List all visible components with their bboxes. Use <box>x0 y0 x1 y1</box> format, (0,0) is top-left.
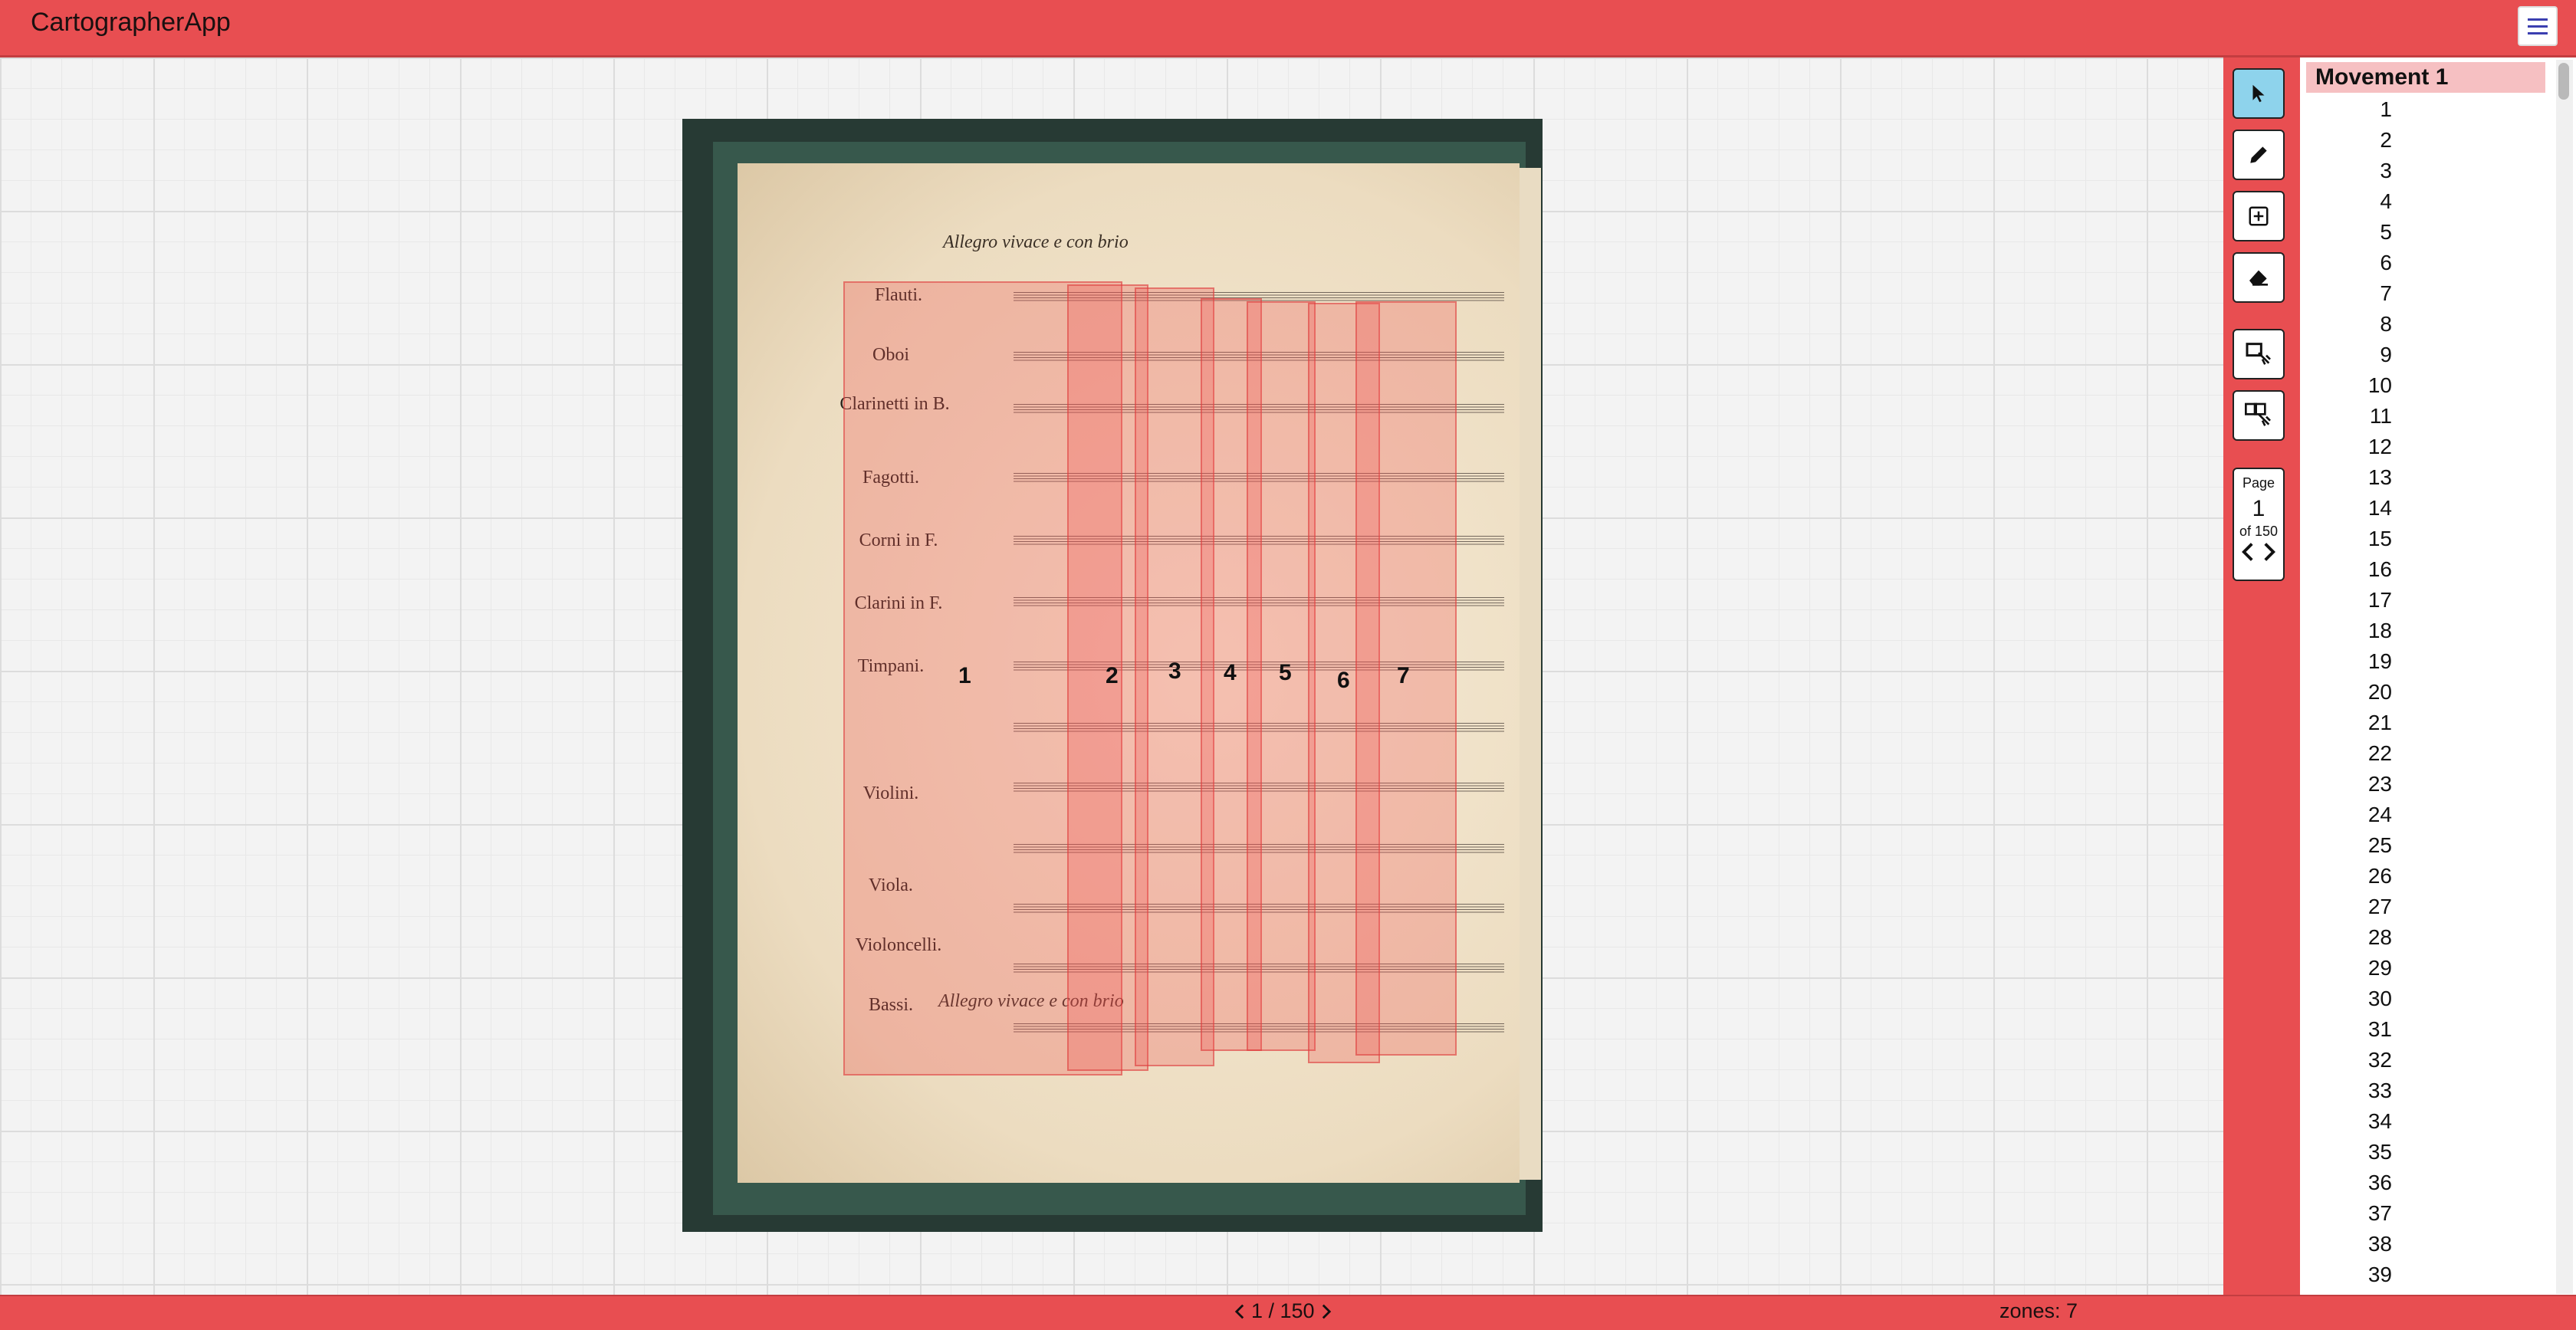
chevron-left-icon[interactable] <box>1234 1302 1245 1321</box>
page-pager: 1 / 150 <box>1234 1299 1332 1323</box>
measure-list-item[interactable]: 34 <box>2300 1106 2545 1137</box>
score-canvas[interactable]: Allegro vivace e con brio Allegro vivace… <box>0 57 2223 1295</box>
app-title: CartographerApp <box>31 8 231 37</box>
hamburger-menu-button[interactable] <box>2518 6 2558 46</box>
measure-list-item[interactable]: 27 <box>2300 892 2545 922</box>
measure-list-item[interactable]: 24 <box>2300 800 2545 830</box>
movement-title[interactable]: Movement 1 <box>2306 62 2545 93</box>
measure-list-item[interactable]: 12 <box>2300 432 2545 462</box>
measure-list-item[interactable]: 7 <box>2300 278 2545 309</box>
zone-label: 1 <box>958 663 971 688</box>
select-tool-button[interactable] <box>2233 68 2285 119</box>
tempo-marking-top: Allegro vivace e con brio <box>943 232 1129 252</box>
sidebar-scrollbar[interactable] <box>2556 60 2573 1294</box>
measure-list-item[interactable]: 31 <box>2300 1014 2545 1045</box>
zone-label: 7 <box>1397 663 1410 688</box>
tool-panel: Page 1 of 150 <box>2223 57 2300 1295</box>
measure-list-item[interactable]: 39 <box>2300 1259 2545 1290</box>
measure-list-item[interactable]: 21 <box>2300 708 2545 738</box>
zone-label: 3 <box>1168 658 1181 684</box>
measure-list-item[interactable]: 17 <box>2300 585 2545 616</box>
measure-list-item[interactable]: 22 <box>2300 738 2545 769</box>
measure-list-item[interactable]: 18 <box>2300 616 2545 646</box>
menu-icon-line <box>2528 18 2548 21</box>
measure-list-item[interactable]: 15 <box>2300 524 2545 554</box>
measure-list-item[interactable]: 3 <box>2300 156 2545 186</box>
measure-list-item[interactable]: 9 <box>2300 340 2545 370</box>
measure-list-item[interactable]: 32 <box>2300 1045 2545 1075</box>
zone-count: zones: 7 <box>1999 1299 2078 1322</box>
zone-label: 2 <box>1106 663 1119 688</box>
zone-label: 4 <box>1224 660 1237 685</box>
status-bar: 1 / 150 zones: 7 <box>0 1295 2576 1330</box>
measure-list-item[interactable]: 2 <box>2300 125 2545 156</box>
measure-list-item[interactable]: 5 <box>2300 217 2545 248</box>
chevron-right-icon[interactable] <box>2262 541 2276 563</box>
add-zone-tool-button[interactable] <box>2233 191 2285 241</box>
pager-text: 1 / 150 <box>1251 1299 1315 1322</box>
measure-list: 1 2 3 4 5 6 7 8 9 10 11 12 13 14 15 16 17 18 19 20 21 22 23 24 2… <box>2300 94 2545 1290</box>
erase-tool-button[interactable] <box>2233 252 2285 303</box>
zone-label: 5 <box>1279 660 1292 685</box>
measure-list-item[interactable]: 28 <box>2300 922 2545 953</box>
measure-list-item[interactable]: 19 <box>2300 646 2545 677</box>
measure-list-item[interactable]: 26 <box>2300 861 2545 892</box>
page-number: 1 <box>2252 496 2266 521</box>
measure-list-item[interactable]: 23 <box>2300 769 2545 800</box>
pencil-icon <box>2250 146 2267 163</box>
measure-list-item[interactable]: 10 <box>2300 370 2545 401</box>
measure-list-item[interactable]: 6 <box>2300 248 2545 278</box>
combine-icon <box>2246 343 2271 365</box>
measure-list-item[interactable]: 38 <box>2300 1229 2545 1259</box>
measure-list-item[interactable]: 8 <box>2300 309 2545 340</box>
draw-tool-button[interactable] <box>2233 130 2285 180</box>
measure-list-item[interactable]: 11 <box>2300 401 2545 432</box>
measure-list-item[interactable]: 36 <box>2300 1167 2545 1198</box>
measure-list-item[interactable]: 4 <box>2300 186 2545 217</box>
combine-zones-tool-button[interactable] <box>2233 329 2285 379</box>
page-total: of 150 <box>2239 524 2279 539</box>
split-zones-tool-button[interactable] <box>2233 390 2285 441</box>
eraser-icon <box>2249 270 2268 286</box>
measure-list-item[interactable]: 14 <box>2300 493 2545 524</box>
measure-list-item[interactable]: 29 <box>2300 953 2545 984</box>
score-page-image[interactable]: Allegro vivace e con brio Allegro vivace… <box>682 119 1543 1232</box>
measure-list-item[interactable]: 37 <box>2300 1198 2545 1229</box>
measure-list-item[interactable]: 1 <box>2300 94 2545 125</box>
chevron-right-icon[interactable] <box>1321 1302 1332 1321</box>
sidebar-scroll-thumb[interactable] <box>2558 63 2569 100</box>
add-box-icon <box>2249 206 2269 226</box>
measure-list-item[interactable]: 30 <box>2300 984 2545 1014</box>
measure-list-item[interactable]: 20 <box>2300 677 2545 708</box>
zone-label: 6 <box>1337 668 1350 693</box>
split-icon <box>2245 402 2271 426</box>
page-indicator: Page 1 of 150 <box>2233 468 2285 581</box>
cursor-icon <box>2252 84 2265 103</box>
measure-list-item[interactable]: 13 <box>2300 462 2545 493</box>
measure-list-item[interactable]: 16 <box>2300 554 2545 585</box>
app-header: CartographerApp <box>0 0 2576 57</box>
measure-list-item[interactable]: 35 <box>2300 1137 2545 1167</box>
chevron-left-icon[interactable] <box>2241 541 2255 563</box>
menu-icon-line <box>2528 25 2548 28</box>
menu-icon-line <box>2528 31 2548 34</box>
measure-sidebar: Movement 1 1 2 3 4 5 6 7 8 9 10 11 12 13 14 15 16 17 18 19… <box>2300 57 2576 1295</box>
measure-list-item[interactable]: 33 <box>2300 1075 2545 1106</box>
page-label: Page <box>2242 475 2275 491</box>
measure-list-item[interactable]: 25 <box>2300 830 2545 861</box>
